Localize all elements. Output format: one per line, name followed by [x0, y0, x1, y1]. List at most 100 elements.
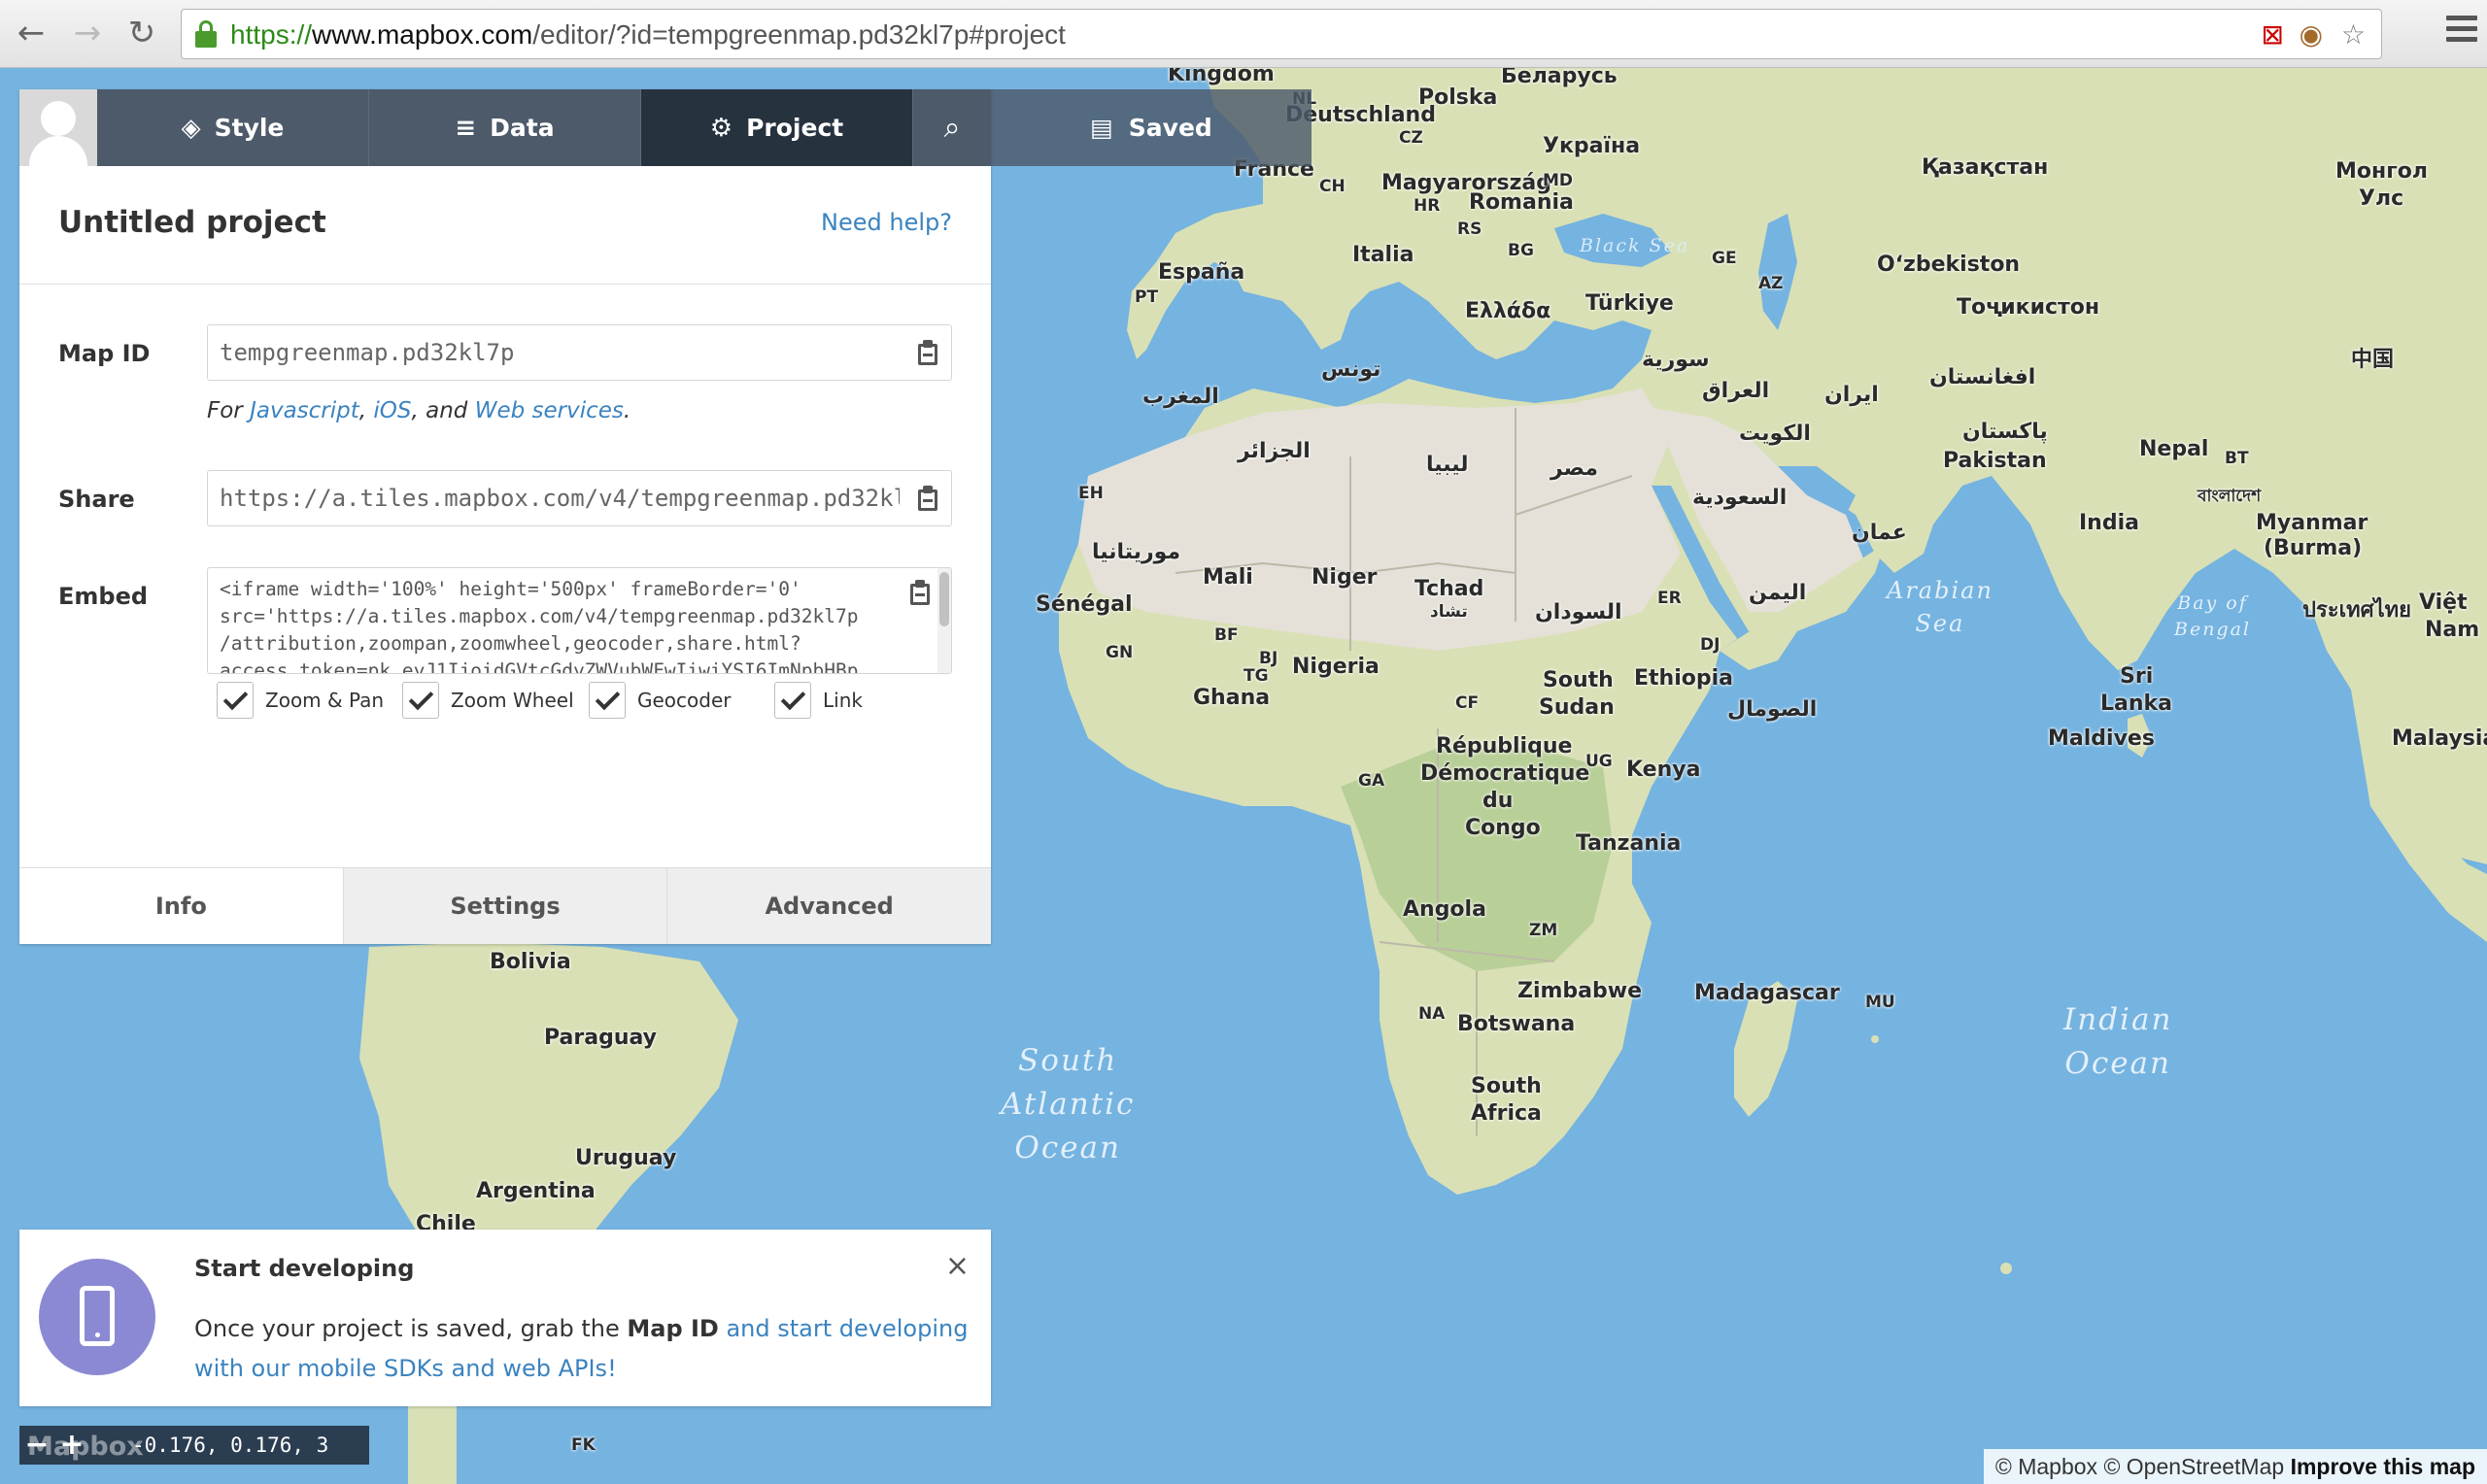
map-label: Ελλάδα [1465, 299, 1551, 323]
mobile-phone-icon [39, 1259, 155, 1375]
tab-info[interactable]: Info [19, 868, 343, 944]
map-label: RS [1457, 219, 1482, 239]
saved-status[interactable]: ▤ Saved [991, 89, 1312, 166]
close-icon[interactable]: × [945, 1249, 970, 1283]
gear-icon: ⚙ [709, 113, 733, 143]
map-label: الكويت [1739, 422, 1811, 446]
link-checkbox[interactable]: Link [774, 682, 863, 719]
map-label: Pakistan [1943, 449, 2047, 473]
map-label: CH [1319, 177, 1346, 196]
tab-advanced[interactable]: Advanced [666, 868, 992, 944]
zoom-wheel-checkbox[interactable]: Zoom Wheel [402, 682, 574, 719]
map-label: AZ [1758, 274, 1784, 293]
map-label: Беларусь [1501, 68, 1618, 88]
map-label: MU [1865, 993, 1895, 1012]
back-icon[interactable]: ← [12, 14, 51, 52]
map-label: Zimbabwe [1517, 979, 1643, 1003]
zoom-pan-checkbox[interactable]: Zoom & Pan [217, 682, 384, 719]
map-status-bar: − + -0.176, 0.176, 3 [19, 1426, 369, 1465]
reload-icon[interactable]: ↻ [122, 14, 161, 52]
map-label: مصر [1550, 456, 1598, 481]
map-label: عمان [1852, 521, 1907, 545]
bookmark-star-icon[interactable]: ☆ [2341, 21, 2366, 49]
zoom-in-button[interactable]: + [54, 1428, 89, 1463]
tab-project[interactable]: ⚙ Project [641, 89, 913, 166]
avatar[interactable] [19, 89, 97, 166]
map-label: ER [1657, 589, 1682, 608]
forward-icon[interactable]: → [68, 14, 107, 52]
map-label: ZM [1529, 921, 1558, 940]
map-label: Lanka [2100, 691, 2173, 716]
osm-attribution-link[interactable]: © OpenStreetMap [2103, 1454, 2284, 1479]
map-label: تونس [1321, 357, 1381, 382]
search-icon[interactable]: ⌕ [913, 89, 991, 166]
map-label: Nam [2425, 618, 2480, 642]
map-label: Sudan [1539, 695, 1615, 720]
map-label: Việt [2419, 590, 2468, 615]
project-header: Untitled project Need help? [19, 166, 991, 285]
start-developing-card: Start developing × Once your project is … [19, 1230, 991, 1406]
database-icon: ≡ [455, 113, 477, 143]
map-label: العراق [1702, 379, 1770, 403]
map-label: MD [1543, 171, 1574, 190]
map-label: Congo [1465, 816, 1541, 840]
map-label: Україна [1543, 134, 1641, 158]
tab-settings[interactable]: Settings [342, 868, 667, 944]
map-label: Nigeria [1292, 655, 1380, 679]
clipboard-icon[interactable] [918, 486, 937, 511]
share-url-field[interactable]: https://a.tiles.mapbox.com/v4/tempgreenm… [207, 470, 952, 526]
map-label: Kingdom [1168, 68, 1275, 86]
url-text[interactable]: https://www.mapbox.com/editor/?id=tempgr… [230, 19, 1066, 51]
tab-data[interactable]: ≡ Data [369, 89, 641, 166]
need-help-link[interactable]: Need help? [821, 209, 952, 236]
map-label: Nepal [2139, 437, 2209, 461]
save-icon: ▤ [1090, 114, 1113, 142]
blocked-popup-icon[interactable]: ⊠ [2262, 21, 2284, 49]
embed-code-field[interactable]: <iframe width='100%' height='500px' fram… [207, 567, 952, 674]
map-label: Sénégal [1036, 592, 1133, 617]
map-label: پاکستان [1962, 420, 2048, 444]
improve-map-link[interactable]: Improve this map [2291, 1454, 2475, 1479]
card-body: Once your project is saved, grab the Map… [194, 1315, 969, 1382]
map-attribution: © Mapbox © OpenStreetMap Improve this ma… [1983, 1449, 2487, 1484]
map-label: Myanmar [2256, 511, 2368, 535]
address-bar[interactable]: https://www.mapbox.com/editor/?id=tempgr… [181, 9, 2382, 59]
map-label: Madagascar [1694, 981, 1840, 1005]
map-label: الجزائر [1238, 439, 1311, 463]
map-label: Italia [1352, 243, 1414, 267]
map-label: South [1471, 1074, 1542, 1098]
map-label: Қазақстан [1922, 155, 2049, 180]
clipboard-icon[interactable] [910, 580, 930, 605]
clipboard-icon[interactable] [918, 340, 937, 365]
editor-nav: ◈ Style ≡ Data ⚙ Project ⌕ [19, 89, 991, 166]
ocean-label: Indian Ocean [2063, 1002, 2173, 1081]
map-id-field[interactable]: tempgreenmap.pd32kl7p [207, 324, 952, 381]
menu-icon[interactable] [2446, 16, 2477, 51]
ios-link[interactable]: iOS [373, 398, 411, 423]
cookie-icon[interactable]: ◉ [2300, 21, 2323, 49]
geocoder-checkbox[interactable]: Geocoder [589, 682, 732, 719]
map-label: Niger [1312, 565, 1378, 590]
map-label: du [1482, 789, 1514, 813]
map-label: España [1158, 260, 1245, 285]
embed-scrollbar[interactable] [937, 568, 951, 673]
map-label: الصومال [1727, 697, 1818, 722]
project-title[interactable]: Untitled project [58, 205, 326, 240]
map-label: GN [1106, 643, 1134, 662]
map-label: Sri [2120, 664, 2154, 689]
web-services-link[interactable]: Web services [475, 398, 624, 423]
mapbox-attribution-link[interactable]: © Mapbox [1995, 1454, 2097, 1479]
map-label: HR [1414, 196, 1441, 216]
javascript-link[interactable]: Javascript [250, 398, 359, 423]
map-label: বাংলাদেশ [2197, 487, 2262, 506]
zoom-out-button[interactable]: − [19, 1428, 54, 1463]
map-label: Kenya [1626, 758, 1701, 782]
map-label: Argentina [476, 1179, 596, 1203]
browser-toolbar: ← → ↻ https://www.mapbox.com/editor/?id=… [0, 0, 2487, 68]
map-label: ایران [1824, 383, 1879, 407]
map-label: Uruguay [575, 1146, 677, 1170]
tab-style[interactable]: ◈ Style [97, 89, 369, 166]
map-label: GA [1358, 771, 1385, 791]
ocean-label: Arabian Sea [1887, 577, 1993, 637]
map-label: Botswana [1457, 1012, 1576, 1036]
